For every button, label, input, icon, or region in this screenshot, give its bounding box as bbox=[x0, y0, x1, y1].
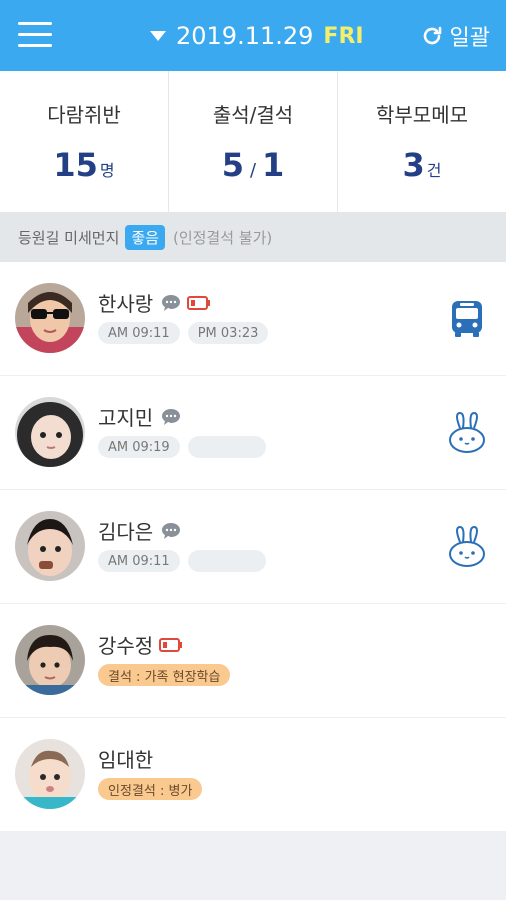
list-item[interactable]: 강수정 결석 : 가족 현장학습 bbox=[0, 604, 506, 718]
bulk-button[interactable]: 일괄 bbox=[420, 18, 490, 54]
list-item[interactable]: 김다은 AM 09:11 bbox=[0, 490, 506, 604]
arrival-time: AM 09:11 bbox=[98, 322, 180, 344]
rabbit-icon[interactable] bbox=[446, 412, 488, 454]
memo-unit: 건 bbox=[426, 161, 442, 180]
stat-class-label: 다람쥐반 bbox=[47, 103, 121, 127]
date-text: 2019.11.29 bbox=[176, 22, 314, 50]
status-pills: 결석 : 가족 현장학습 bbox=[98, 664, 238, 686]
refresh-icon bbox=[423, 26, 441, 45]
time-pills: AM 09:19 bbox=[98, 436, 274, 458]
stat-memo-value: 3건 bbox=[338, 146, 506, 184]
avatar bbox=[15, 511, 85, 581]
stat-class[interactable]: 다람쥐반 15 명 bbox=[0, 71, 169, 212]
class-count: 15 bbox=[53, 146, 98, 184]
child-name: 한사랑 bbox=[98, 292, 154, 316]
menu-icon[interactable] bbox=[18, 22, 52, 48]
top-bar: 2019.11.29 FRI 일괄 bbox=[0, 0, 506, 71]
bus-icon[interactable] bbox=[446, 298, 488, 340]
battery-low-icon bbox=[187, 295, 211, 310]
avatar bbox=[15, 739, 85, 809]
child-name: 김다은 bbox=[98, 520, 154, 544]
bulk-label: 일괄 bbox=[449, 26, 490, 51]
child-list: 한사랑 AM 09:11 PM 03:23 고지민 AM 09:19 김다은 A… bbox=[0, 262, 506, 832]
message-icon[interactable] bbox=[161, 522, 181, 540]
battery-low-icon bbox=[159, 637, 183, 652]
stat-memo[interactable]: 학부모메모 3건 bbox=[338, 71, 506, 212]
departure-time-empty bbox=[187, 550, 266, 572]
stats-panel: 다람쥐반 15 명 출석/결석 5/1 학부모메모 3건 bbox=[0, 71, 506, 212]
child-name: 임대한 bbox=[98, 748, 154, 772]
avatar bbox=[15, 283, 85, 353]
arrival-time: AM 09:11 bbox=[98, 550, 180, 572]
name-line: 김다은 bbox=[98, 516, 181, 545]
present-count: 5 bbox=[221, 146, 244, 184]
arrival-time: AM 09:19 bbox=[98, 436, 180, 458]
dust-label: 등원길 미세먼지 bbox=[18, 228, 120, 247]
stat-attendance-value: 5/1 bbox=[169, 146, 337, 184]
departure-time: PM 03:23 bbox=[187, 322, 269, 344]
time-pills: AM 09:11 PM 03:23 bbox=[98, 322, 276, 344]
date-selector[interactable]: 2019.11.29 FRI bbox=[150, 18, 364, 54]
stat-attendance[interactable]: 출석/결석 5/1 bbox=[169, 71, 338, 212]
name-line: 강수정 bbox=[98, 630, 183, 659]
name-line: 고지민 bbox=[98, 402, 181, 431]
status-pills: 인정결석 : 병가 bbox=[98, 778, 210, 800]
absence-status: 인정결석 : 병가 bbox=[98, 778, 203, 800]
day-of-week: FRI bbox=[323, 23, 364, 49]
stat-attendance-label: 출석/결석 bbox=[212, 103, 294, 127]
fine-dust-bar: 등원길 미세먼지 좋음 (인정결석 불가) bbox=[0, 212, 506, 262]
memo-count: 3 bbox=[402, 146, 425, 184]
list-item[interactable]: 고지민 AM 09:19 bbox=[0, 376, 506, 490]
avatar bbox=[15, 625, 85, 695]
name-line: 한사랑 bbox=[98, 288, 211, 317]
absence-status: 결석 : 가족 현장학습 bbox=[98, 664, 231, 686]
list-item[interactable]: 임대한 인정결석 : 병가 bbox=[0, 718, 506, 832]
name-line: 임대한 bbox=[98, 744, 153, 773]
rabbit-icon[interactable] bbox=[446, 526, 488, 568]
absent-count: 1 bbox=[262, 146, 285, 184]
stat-class-value: 15 명 bbox=[0, 146, 168, 184]
avatar bbox=[15, 397, 85, 467]
stat-memo-label: 학부모메모 bbox=[376, 103, 468, 127]
departure-time-empty bbox=[187, 436, 266, 458]
dropdown-triangle-icon bbox=[150, 31, 166, 41]
dust-note: (인정결석 불가) bbox=[172, 228, 273, 247]
message-icon[interactable] bbox=[161, 408, 181, 426]
child-name: 고지민 bbox=[98, 406, 154, 430]
dust-level-badge: 좋음 bbox=[125, 224, 165, 250]
attendance-separator: / bbox=[249, 160, 257, 181]
message-icon[interactable] bbox=[161, 294, 181, 312]
class-unit: 명 bbox=[99, 161, 115, 180]
list-item[interactable]: 한사랑 AM 09:11 PM 03:23 bbox=[0, 262, 506, 376]
child-name: 강수정 bbox=[98, 634, 154, 658]
time-pills: AM 09:11 bbox=[98, 550, 274, 572]
